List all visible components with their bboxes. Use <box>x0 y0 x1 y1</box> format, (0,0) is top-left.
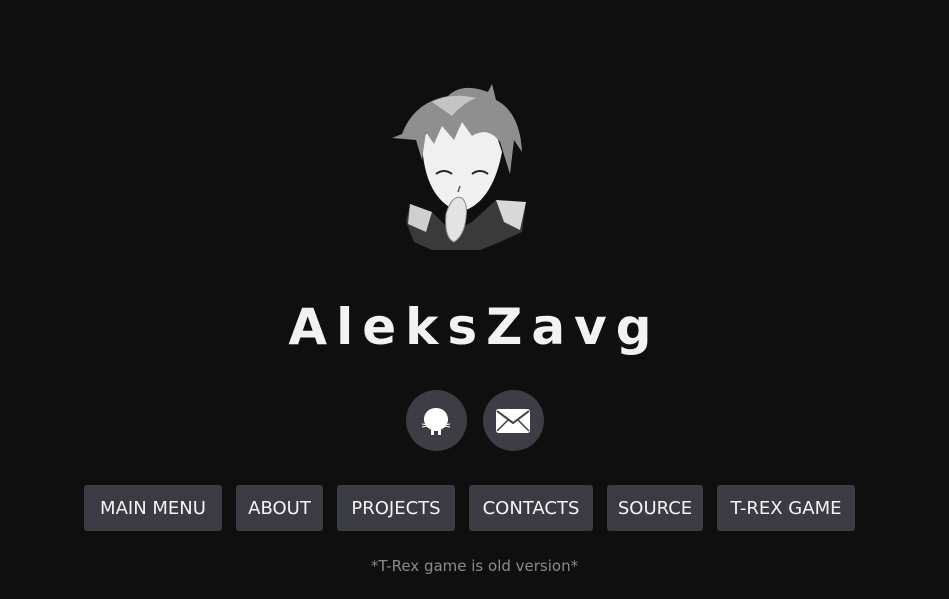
nav-source-button[interactable]: SOURCE <box>607 485 703 531</box>
page-title: AleksZavg <box>288 298 661 356</box>
main-nav: MAIN MENU ABOUT PROJECTS CONTACTS SOURCE… <box>84 485 855 531</box>
trex-note: *T-Rex game is old version* <box>370 557 579 575</box>
nav-trex-game-button[interactable]: T-REX GAME <box>717 485 855 531</box>
nav-main-menu-button[interactable]: MAIN MENU <box>84 485 222 531</box>
nav-about-button[interactable]: ABOUT <box>236 485 323 531</box>
mail-icon <box>496 408 530 433</box>
github-icon <box>421 407 451 435</box>
mail-button[interactable] <box>482 390 544 451</box>
github-button[interactable] <box>405 390 467 451</box>
nav-contacts-button[interactable]: CONTACTS <box>469 485 593 531</box>
avatar <box>392 82 530 250</box>
nav-projects-button[interactable]: PROJECTS <box>337 485 455 531</box>
social-links <box>0 390 949 451</box>
